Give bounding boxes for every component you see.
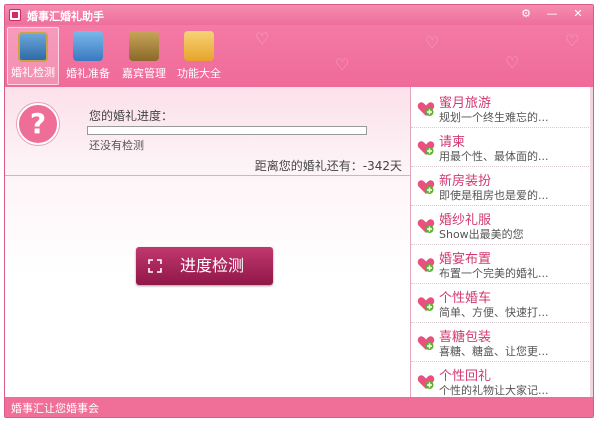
feature-desc: 简单、方便、快速打... [439, 306, 549, 319]
settings-icon[interactable]: ⚙ [515, 7, 537, 21]
tab-all-features[interactable]: 功能大全 [171, 27, 227, 85]
divider [5, 175, 410, 176]
feature-desc: Show出最美的您 [439, 228, 524, 241]
heart-plus-icon [417, 141, 435, 155]
progress-status: 还没有检测 [89, 139, 144, 152]
tab-label: 功能大全 [177, 67, 221, 80]
status-text: 婚事汇让您婚事会 [11, 402, 99, 415]
heart-decoration-icon: ♡ [255, 29, 270, 48]
heart-decoration-icon: ♡ [565, 31, 580, 50]
feature-list-item[interactable]: 蜜月旅游 规划一个终生难忘的... [411, 89, 593, 128]
feature-list-item[interactable]: 新房装扮 即使是租房也是爱的... [411, 167, 593, 206]
main-panel: ? 您的婚礼进度： 还没有检测 距离您的婚礼还有：-342天 进度检测 [5, 87, 410, 399]
tab-label: 婚礼准备 [66, 67, 110, 80]
feature-list-item[interactable]: 婚宴布置 布置一个完美的婚礼... [411, 245, 593, 284]
heart-plus-icon [417, 375, 435, 389]
progress-check-button[interactable]: 进度检测 [136, 247, 273, 285]
feature-list-item[interactable]: 请柬 用最个性、最体面的... [411, 128, 593, 167]
main-toolbar: ♡ ♡ ♡ ♡ ♡ 婚礼检测 婚礼准备 嘉宾管理 功能大全 [5, 25, 593, 87]
feature-list-item[interactable]: 喜糖包装 喜糖、糖盒、让您更... [411, 323, 593, 362]
minimize-button[interactable]: — [541, 7, 563, 21]
folder-icon [184, 31, 214, 61]
tab-label: 嘉宾管理 [122, 67, 166, 80]
feature-desc: 规划一个终生难忘的... [439, 111, 549, 124]
progress-label: 您的婚礼进度： [89, 109, 174, 123]
heart-plus-icon [417, 180, 435, 194]
tab-guest-management[interactable]: 嘉宾管理 [117, 27, 171, 85]
heart-plus-icon [417, 336, 435, 350]
heart-decoration-icon: ♡ [425, 33, 440, 52]
days-remaining: 距离您的婚礼还有：-342天 [254, 159, 402, 173]
status-bar: 婚事汇让您婚事会 [5, 397, 593, 417]
list-scrollbar[interactable] [590, 87, 593, 399]
feature-desc: 喜糖、糖盒、让您更... [439, 345, 549, 358]
app-window: 婚事汇婚礼助手 ⚙ — ✕ ♡ ♡ ♡ ♡ ♡ 婚礼检测 婚礼准备 嘉宾管理 功… [4, 4, 594, 418]
feature-desc: 用最个性、最体面的... [439, 150, 549, 163]
heart-plus-icon [417, 297, 435, 311]
progress-check-label: 进度检测 [180, 256, 245, 275]
feature-desc: 布置一个完美的婚礼... [439, 267, 549, 280]
checklist-icon [73, 31, 103, 61]
heart-decoration-icon: ♡ [335, 55, 350, 74]
expand-icon [148, 259, 162, 273]
feature-desc: 即使是租房也是爱的... [439, 189, 549, 202]
heart-plus-icon [417, 102, 435, 116]
feature-list: 蜜月旅游 规划一个终生难忘的... 请柬 用最个性、最体面的... 新房装扮 即使是租房也… [410, 87, 593, 401]
feature-list-item[interactable]: 个性婚车 简单、方便、快速打... [411, 284, 593, 323]
guest-book-icon [129, 31, 159, 61]
feature-list-item[interactable]: 婚纱礼服 Show出最美的您 [411, 206, 593, 245]
tab-label: 婚礼检测 [11, 66, 55, 79]
heart-plus-icon [417, 219, 435, 233]
heart-plus-icon [417, 258, 435, 272]
feature-desc: 个性的礼物让大家记... [439, 384, 549, 397]
window-title: 婚事汇婚礼助手 [27, 10, 104, 23]
app-logo-icon [9, 9, 21, 21]
tab-wedding-check[interactable]: 婚礼检测 [7, 27, 59, 85]
title-bar[interactable]: 婚事汇婚礼助手 ⚙ — ✕ [5, 5, 593, 25]
feature-list-item[interactable]: 个性回礼 个性的礼物让大家记... [411, 362, 593, 401]
portrait-icon [18, 32, 48, 62]
heart-decoration-icon: ♡ [505, 53, 520, 72]
progress-bar [87, 126, 367, 135]
question-icon: ? [17, 103, 59, 145]
close-button[interactable]: ✕ [567, 7, 589, 21]
tab-wedding-prep[interactable]: 婚礼准备 [61, 27, 115, 85]
